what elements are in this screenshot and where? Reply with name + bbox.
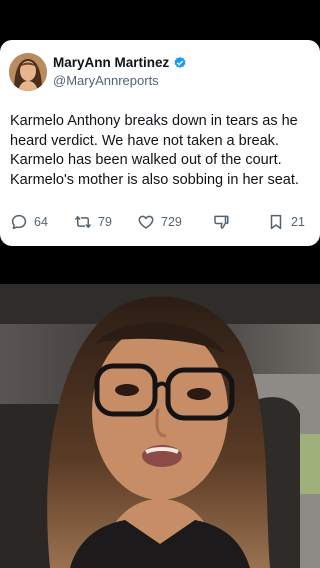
tweet-text: Karmelo Anthony breaks down in tears as … [10,113,299,188]
avatar-image [9,53,47,91]
tweet-actions: 64 79 729 21 [0,210,320,234]
bookmark-count: 21 [291,215,305,229]
display-name[interactable]: MaryAnn Martinez [53,55,187,70]
display-name-text: MaryAnn Martinez [53,55,170,70]
like-count: 729 [161,215,182,229]
avatar[interactable] [9,53,47,91]
heart-icon [138,215,154,229]
retweet-count: 79 [98,215,112,229]
verified-badge-icon [174,56,186,68]
retweet-icon [75,216,91,228]
reply-button[interactable]: 64 [10,210,48,234]
retweet-button[interactable]: 79 [74,210,112,234]
bookmark-button[interactable]: 21 [267,210,305,234]
thumbs-down-icon [214,215,229,229]
dislike-button[interactable] [212,210,230,234]
video-still [0,284,320,568]
handle[interactable]: @MaryAnnreports [53,73,159,88]
reply-count: 64 [34,215,48,229]
webcam-video-frame [0,284,320,568]
tweet-card: MaryAnn Martinez @MaryAnnreports Karmelo… [0,40,320,246]
like-button[interactable]: 729 [137,210,182,234]
bookmark-icon [270,214,282,230]
reply-icon [11,214,27,230]
